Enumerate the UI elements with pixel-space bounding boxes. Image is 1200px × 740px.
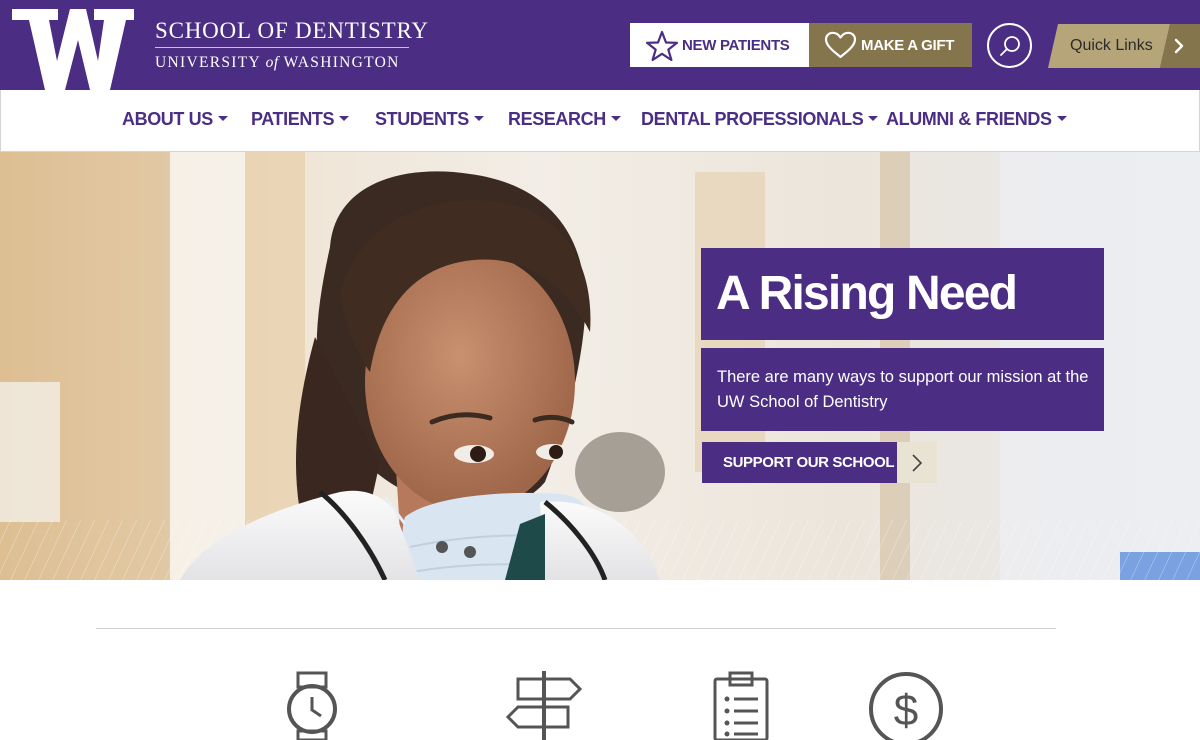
make-a-gift-button[interactable]: MAKE A GIFT — [809, 23, 972, 67]
of-text: of — [265, 54, 279, 71]
main-navigation: ABOUT US PATIENTS STUDENTS RESEARCH DENT… — [0, 90, 1200, 152]
star-icon — [645, 30, 679, 62]
nav-item-label: DENTAL PROFESSIONALS — [641, 109, 864, 129]
washington-text: WASHINGTON — [283, 54, 400, 71]
svg-text:$: $ — [894, 686, 918, 735]
nav-item-label: ABOUT US — [122, 109, 213, 129]
university-text: UNIVERSITY — [155, 54, 261, 71]
caret-down-icon — [339, 115, 350, 121]
support-arrow-button[interactable] — [897, 442, 937, 483]
caret-down-icon — [217, 115, 228, 121]
site-header: SCHOOL OF DENTISTRY UNIVERSITY of WASHIN… — [0, 0, 1200, 90]
hero-description: There are many ways to support our missi… — [717, 368, 1089, 411]
nav-item-students[interactable]: STUDENTS — [375, 109, 484, 130]
quick-links-button[interactable]: Quick Links — [1048, 24, 1200, 68]
w-logo-icon — [12, 9, 134, 90]
dollar-icon[interactable]: $ — [867, 671, 945, 740]
signpost-icon[interactable] — [506, 671, 582, 740]
nav-item-dental-professionals[interactable]: DENTAL PROFESSIONALS — [641, 109, 879, 130]
uw-w-logo[interactable] — [12, 9, 134, 90]
school-name-line2: UNIVERSITY of WASHINGTON — [155, 52, 411, 74]
support-our-school-label: SUPPORT OUR SCHOOL — [723, 454, 895, 471]
caret-down-icon — [473, 115, 484, 121]
school-name-line1: SCHOOL OF DENTISTRY — [155, 18, 429, 43]
make-a-gift-label: MAKE A GIFT — [861, 37, 955, 54]
nav-item-label: RESEARCH — [508, 109, 606, 129]
nav-item-label: PATIENTS — [251, 109, 335, 129]
quick-links-label: Quick Links — [1070, 37, 1153, 54]
nav-item-label: ALUMNI & FRIENDS — [886, 109, 1052, 129]
school-wordmark[interactable]: SCHOOL OF DENTISTRY UNIVERSITY of WASHIN… — [155, 17, 429, 75]
nav-item-patients[interactable]: PATIENTS — [251, 109, 350, 130]
watch-icon[interactable] — [283, 671, 341, 740]
nav-item-research[interactable]: RESEARCH — [508, 109, 621, 130]
nav-item-about-us[interactable]: ABOUT US — [122, 109, 228, 130]
hero-banner: A Rising Need There are many ways to sup… — [0, 152, 1200, 580]
hero-title-card: A Rising Need — [701, 248, 1104, 340]
hero-title: A Rising Need — [716, 267, 1018, 320]
section-divider — [96, 628, 1056, 629]
new-patients-label: NEW PATIENTS — [682, 37, 790, 54]
clipboard-icon[interactable] — [712, 671, 770, 740]
search-icon — [1000, 36, 1020, 56]
heart-icon — [824, 31, 857, 59]
hero-text-card: There are many ways to support our missi… — [701, 348, 1104, 431]
nav-item-label: STUDENTS — [375, 109, 469, 129]
chevron-right-icon — [912, 454, 923, 472]
caret-down-icon — [610, 115, 621, 121]
new-patients-button[interactable]: NEW PATIENTS — [630, 23, 809, 67]
search-button[interactable] — [987, 23, 1032, 68]
support-our-school-button[interactable]: SUPPORT OUR SCHOOL — [702, 442, 897, 483]
chevron-right-icon — [1174, 38, 1184, 54]
nav-item-alumni-friends[interactable]: ALUMNI & FRIENDS — [886, 109, 1067, 130]
caret-down-icon — [1056, 115, 1067, 121]
wordmark-rule — [155, 47, 409, 48]
caret-down-icon — [868, 115, 879, 121]
